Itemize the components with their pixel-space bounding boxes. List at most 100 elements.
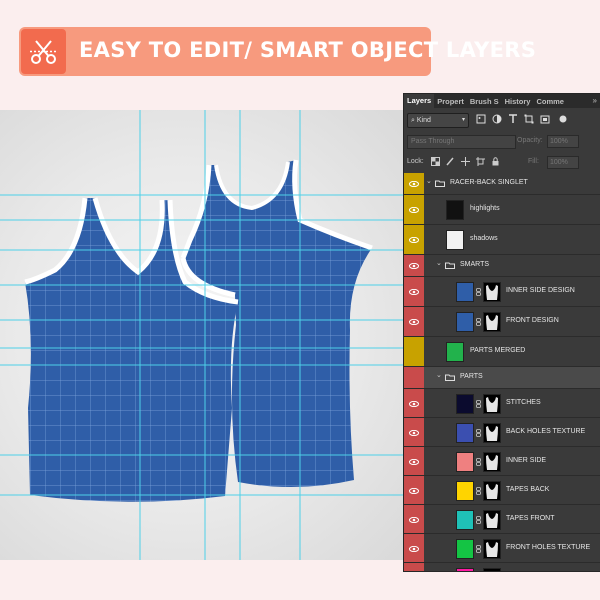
visibility-toggle[interactable] [404, 389, 424, 417]
lock-image-pixels-icon[interactable] [446, 157, 455, 166]
layer-row[interactable]: FRONT [404, 563, 600, 571]
more-tabs-icon[interactable]: » [593, 96, 597, 105]
link-icon[interactable] [476, 318, 481, 326]
layer-mask-thumbnail [483, 480, 501, 501]
layer-name: shadows [470, 235, 498, 242]
layer-row[interactable]: TAPES BACK [404, 476, 600, 505]
layer-name: INNER SIDE [506, 456, 547, 464]
layer-mask-thumbnail [483, 422, 501, 443]
link-icon[interactable] [476, 486, 481, 495]
scissors-icon [21, 29, 66, 74]
layer-row[interactable]: BACK HOLES TEXTURE [404, 418, 600, 447]
lock-row: Lock: Fill: 100% [404, 155, 600, 171]
layer-row[interactable]: STITCHES [404, 389, 600, 418]
layer-row[interactable]: INNER SIDE [404, 447, 600, 476]
filter-row: ⌕ Kind ▾ [404, 112, 600, 128]
title-banner: EASY TO EDIT/ SMART OBJECT LAYERS [19, 27, 536, 76]
eye-icon [409, 289, 419, 295]
layer-row[interactable]: TAPES FRONT [404, 505, 600, 534]
folder-icon [445, 374, 455, 381]
layer-thumbnail [456, 567, 474, 571]
lock-position-icon[interactable] [461, 157, 470, 166]
layer-mask-thumbnail [483, 538, 501, 559]
layer-row[interactable]: FRONT HOLES TEXTURE [404, 534, 600, 563]
lock-all-icon[interactable] [491, 157, 500, 166]
visibility-toggle[interactable] [404, 418, 424, 446]
layer-thumbnail [446, 342, 464, 362]
layer-mask-thumbnail [483, 451, 501, 472]
layer-thumbnail [456, 538, 474, 559]
visibility-toggle[interactable] [404, 505, 424, 533]
shape-filter-icon[interactable] [524, 114, 534, 124]
layer-group-row[interactable]: ⌄ RACER-BACK SINGLET [404, 173, 600, 195]
chevron-down-icon[interactable]: ⌄ [436, 259, 442, 267]
eye-icon [409, 237, 419, 243]
layer-name: FRONT DESIGN [506, 317, 559, 324]
tab-history[interactable]: History [502, 97, 534, 106]
visibility-toggle[interactable] [404, 447, 424, 475]
tab-layers[interactable]: Layers [404, 94, 435, 108]
layer-row[interactable]: INNER SIDE DESIGN [404, 277, 600, 307]
eye-icon [409, 429, 419, 436]
layer-group-row[interactable]: ⌄ PARTS [404, 367, 600, 389]
image-filter-icon[interactable] [476, 114, 486, 124]
visibility-toggle[interactable] [404, 307, 424, 336]
eye-icon [409, 545, 419, 552]
search-icon: ⌕ [411, 117, 417, 124]
layer-thumbnail [456, 422, 474, 443]
chevron-down-icon[interactable]: ⌄ [426, 177, 432, 185]
visibility-toggle[interactable] [404, 367, 424, 388]
smart-object-filter-icon[interactable] [540, 114, 550, 124]
lock-artboard-icon[interactable] [476, 157, 485, 166]
layer-name: RACER-BACK SINGLET [450, 179, 528, 186]
tab-properties[interactable]: Propert [434, 97, 467, 106]
visibility-toggle[interactable] [404, 277, 424, 306]
visibility-toggle[interactable] [404, 534, 424, 562]
layer-thumbnail [456, 312, 474, 332]
layer-row[interactable]: PARTS MERGED [404, 337, 600, 367]
layer-group-row[interactable]: ⌄ SMARTS [404, 255, 600, 277]
visibility-toggle[interactable] [404, 476, 424, 504]
tab-comments[interactable]: Comme [533, 97, 567, 106]
link-icon[interactable] [476, 544, 481, 553]
visibility-toggle[interactable] [404, 563, 424, 571]
layer-name: TAPES BACK [506, 485, 550, 493]
visibility-toggle[interactable] [404, 195, 424, 224]
mockup-canvas [0, 110, 404, 560]
visibility-toggle[interactable] [404, 337, 424, 366]
visibility-toggle[interactable] [404, 173, 424, 194]
opacity-field[interactable]: 100% [547, 135, 579, 148]
link-icon[interactable] [476, 515, 481, 524]
chevron-down-icon: ▾ [461, 117, 465, 123]
visibility-toggle[interactable] [404, 255, 424, 276]
link-icon[interactable] [476, 428, 481, 437]
type-filter-icon[interactable] [508, 114, 518, 124]
eye-icon [409, 319, 419, 325]
eye-icon [409, 487, 419, 494]
eye-icon [409, 181, 419, 187]
filter-toggle-icon[interactable] [558, 114, 568, 124]
fill-field[interactable]: 100% [547, 156, 579, 169]
layer-thumbnail [456, 282, 474, 302]
panel-tab-bar: Layers Propert Brush S History Comme » [404, 94, 600, 108]
layer-name: STITCHES [506, 398, 541, 406]
lock-transparent-pixels-icon[interactable] [431, 157, 440, 166]
layer-row[interactable]: FRONT DESIGN [404, 307, 600, 337]
layer-name: TAPES FRONT [506, 514, 555, 522]
layer-mask-thumbnail [483, 282, 501, 302]
banner-title: EASY TO EDIT/ SMART OBJECT LAYERS [79, 38, 537, 62]
eye-icon [409, 263, 419, 269]
layer-row[interactable]: shadows [404, 225, 600, 255]
chevron-down-icon[interactable]: ⌄ [436, 371, 442, 379]
link-icon[interactable] [476, 288, 481, 296]
tab-brush-settings[interactable]: Brush S [467, 97, 502, 106]
blend-mode-select[interactable]: Pass Through [407, 135, 516, 149]
adjustment-filter-icon[interactable] [492, 114, 502, 124]
link-icon[interactable] [476, 399, 481, 408]
lock-label: Lock: [407, 158, 424, 165]
layer-name: FRONT HOLES TEXTURE [506, 543, 591, 551]
visibility-toggle[interactable] [404, 225, 424, 254]
layer-row[interactable]: highlights [404, 195, 600, 225]
link-icon[interactable] [476, 457, 481, 466]
filter-kind-select[interactable]: ⌕ Kind ▾ [407, 113, 469, 128]
